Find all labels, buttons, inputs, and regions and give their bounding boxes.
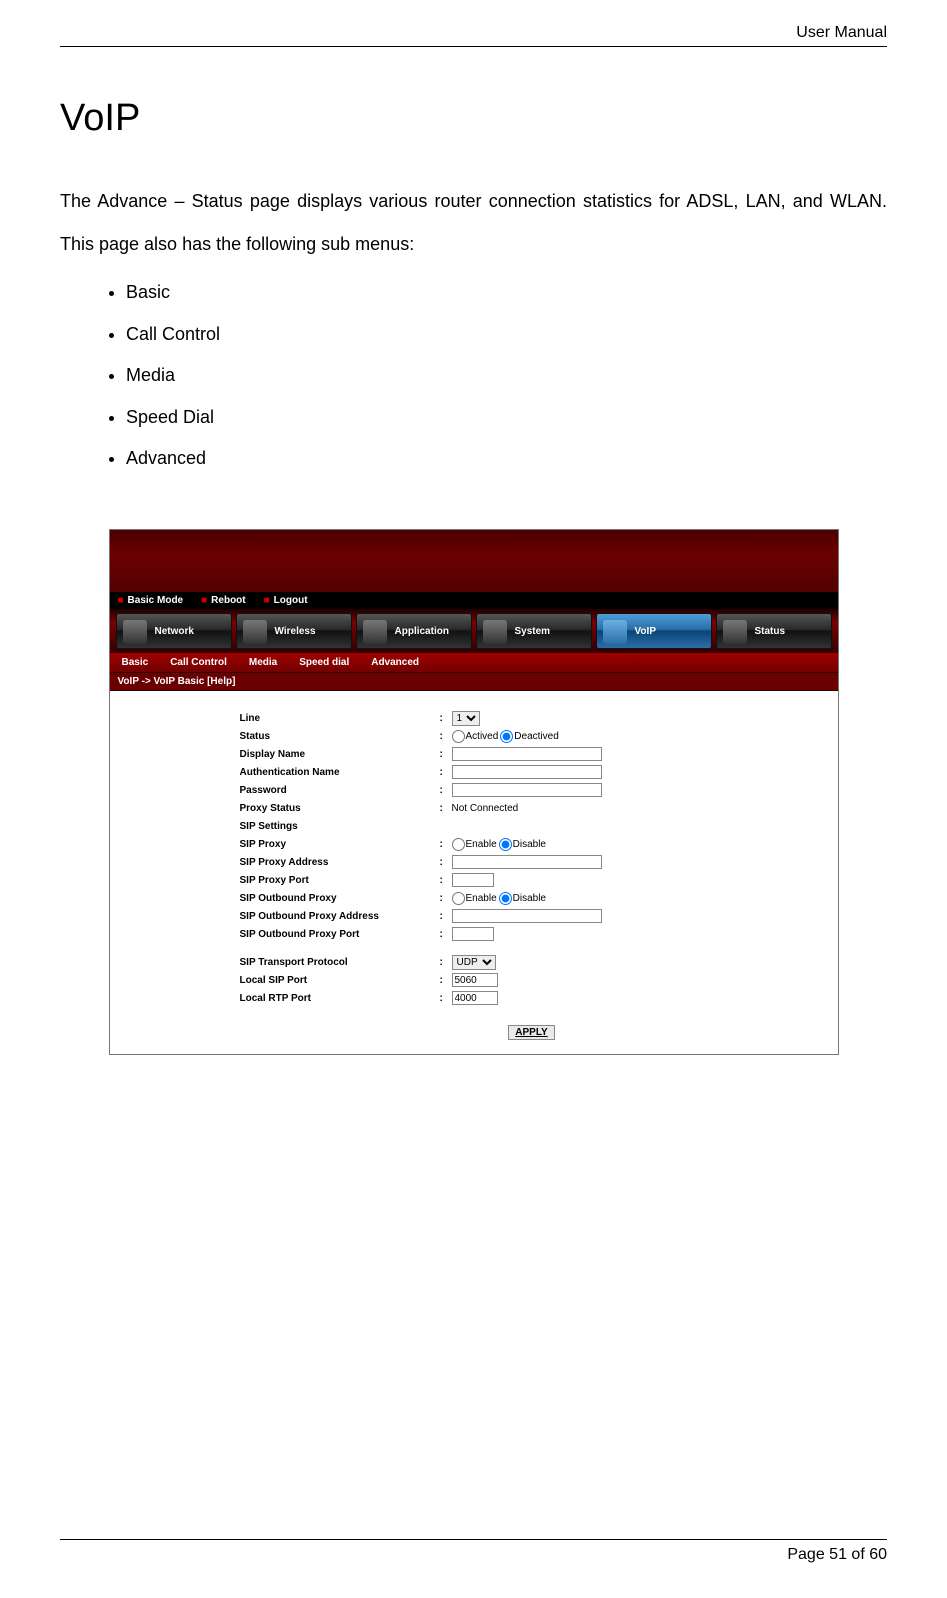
- nav-wireless[interactable]: Wireless: [236, 613, 352, 649]
- reboot-link[interactable]: ■Reboot: [201, 595, 246, 606]
- sip-proxy-port-input[interactable]: [452, 873, 494, 887]
- nav-application[interactable]: Application: [356, 613, 472, 649]
- voip-icon: [603, 620, 627, 644]
- sip-proxy-addr-label: SIP Proxy Address: [240, 857, 440, 868]
- list-item: Media: [126, 355, 887, 396]
- local-sip-port-input[interactable]: [452, 973, 498, 987]
- line-label: Line: [240, 713, 440, 724]
- mode-bar: ■Basic Mode ■Reboot ■Logout: [110, 592, 838, 609]
- basic-mode-link[interactable]: ■Basic Mode: [118, 595, 184, 606]
- sip-proxy-port-label: SIP Proxy Port: [240, 875, 440, 886]
- wireless-icon: [243, 620, 267, 644]
- sip-outbound-addr-input[interactable]: [452, 909, 602, 923]
- password-label: Password: [240, 785, 440, 796]
- local-rtp-port-label: Local RTP Port: [240, 993, 440, 1004]
- router-screenshot: ■Basic Mode ■Reboot ■Logout Network Wire…: [109, 529, 839, 1055]
- sub-nav: Basic Call Control Media Speed dial Adva…: [110, 653, 838, 672]
- auth-name-label: Authentication Name: [240, 767, 440, 778]
- logout-link[interactable]: ■Logout: [264, 595, 308, 606]
- sip-proxy-addr-input[interactable]: [452, 855, 602, 869]
- sip-outbound-proxy-label: SIP Outbound Proxy: [240, 893, 440, 904]
- display-name-input[interactable]: [452, 747, 602, 761]
- sip-settings-heading: SIP Settings: [240, 821, 440, 832]
- list-item: Call Control: [126, 314, 887, 355]
- breadcrumb: VoIP -> VoIP Basic [Help]: [110, 672, 838, 691]
- subnav-basic[interactable]: Basic: [122, 657, 149, 668]
- status-actived-radio[interactable]: [452, 730, 465, 743]
- sip-proxy-label: SIP Proxy: [240, 839, 440, 850]
- page-title: VoIP: [60, 97, 887, 140]
- status-label: Status: [240, 731, 440, 742]
- sip-transport-select[interactable]: UDP: [452, 955, 496, 970]
- voip-form: Line : 1 Status : Actived Deactived Disp…: [110, 691, 838, 1054]
- display-name-label: Display Name: [240, 749, 440, 760]
- system-icon: [483, 620, 507, 644]
- sip-proxy-enable-radio[interactable]: [452, 838, 465, 851]
- line-select[interactable]: 1: [452, 711, 480, 726]
- subnav-advanced[interactable]: Advanced: [371, 657, 419, 668]
- page-header: User Manual: [60, 24, 887, 47]
- sip-outbound-addr-label: SIP Outbound Proxy Address: [240, 911, 440, 922]
- list-item: Advanced: [126, 438, 887, 479]
- status-icon: [723, 620, 747, 644]
- sip-transport-label: SIP Transport Protocol: [240, 957, 440, 968]
- nav-system[interactable]: System: [476, 613, 592, 649]
- nav-voip[interactable]: VoIP: [596, 613, 712, 649]
- nav-status[interactable]: Status: [716, 613, 832, 649]
- list-item: Basic: [126, 272, 887, 313]
- apply-button[interactable]: APPLY: [508, 1025, 554, 1040]
- main-nav: Network Wireless Application System VoIP…: [110, 609, 838, 653]
- proxy-status-value: Not Connected: [452, 803, 519, 814]
- network-icon: [123, 620, 147, 644]
- list-item: Speed Dial: [126, 397, 887, 438]
- password-input[interactable]: [452, 783, 602, 797]
- sip-outbound-enable-radio[interactable]: [452, 892, 465, 905]
- banner: [110, 530, 838, 592]
- proxy-status-label: Proxy Status: [240, 803, 440, 814]
- page-footer: Page 51 of 60: [60, 1539, 887, 1564]
- nav-network[interactable]: Network: [116, 613, 232, 649]
- submenu-list: Basic Call Control Media Speed Dial Adva…: [60, 272, 887, 479]
- status-deactived-radio[interactable]: [500, 730, 513, 743]
- subnav-speed-dial[interactable]: Speed dial: [299, 657, 349, 668]
- subnav-media[interactable]: Media: [249, 657, 277, 668]
- local-sip-port-label: Local SIP Port: [240, 975, 440, 986]
- application-icon: [363, 620, 387, 644]
- sip-proxy-disable-radio[interactable]: [499, 838, 512, 851]
- sip-outbound-port-label: SIP Outbound Proxy Port: [240, 929, 440, 940]
- subnav-call-control[interactable]: Call Control: [170, 657, 227, 668]
- auth-name-input[interactable]: [452, 765, 602, 779]
- sip-outbound-disable-radio[interactable]: [499, 892, 512, 905]
- sip-outbound-port-input[interactable]: [452, 927, 494, 941]
- local-rtp-port-input[interactable]: [452, 991, 498, 1005]
- intro-paragraph: The Advance – Status page displays vario…: [60, 180, 887, 266]
